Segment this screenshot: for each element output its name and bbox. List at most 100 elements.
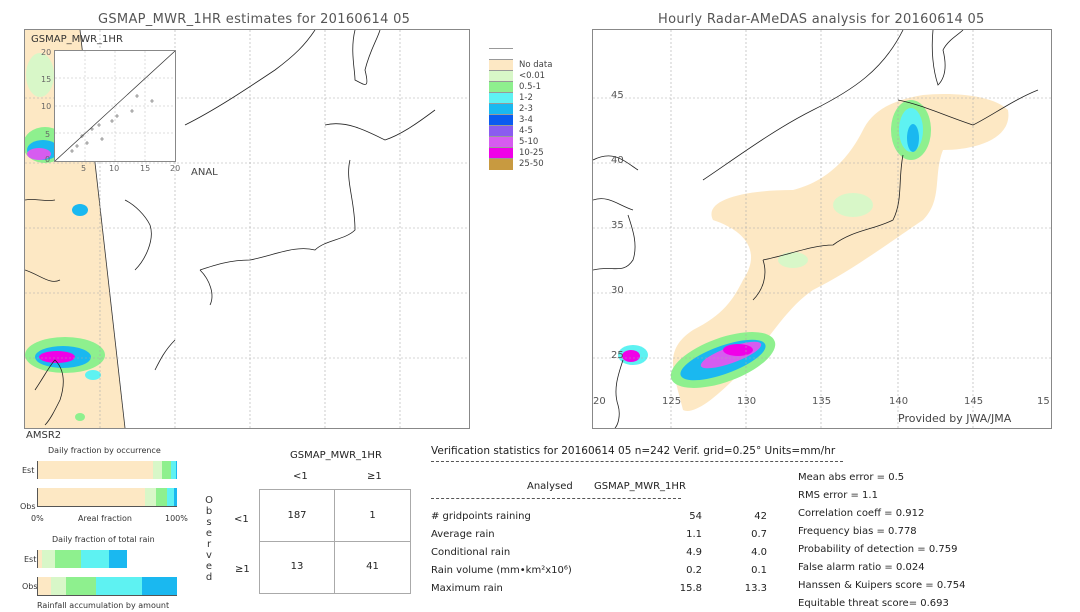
occurrence-chart-title: Daily fraction by occurrence bbox=[48, 446, 161, 455]
lon-label: 135 bbox=[812, 396, 832, 407]
data-credit: Provided by JWA/JMA bbox=[898, 412, 1012, 425]
stat-model-value: 0.7 bbox=[751, 529, 767, 540]
contingency-table: 187 1 13 41 bbox=[259, 489, 411, 594]
inset-ytick: 10 bbox=[41, 102, 52, 111]
right-map-title: Hourly Radar-AMeDAS analysis for 2016061… bbox=[658, 12, 985, 27]
inset-ytick: 5 bbox=[45, 130, 51, 139]
lon-label: 130 bbox=[737, 396, 757, 407]
contingency-cell: 1 bbox=[369, 510, 376, 521]
stat-model-value: 4.0 bbox=[751, 547, 767, 558]
contingency-title: GSMAP_MWR_1HR bbox=[290, 450, 382, 461]
bar-segment bbox=[156, 488, 168, 506]
rain-area bbox=[723, 344, 753, 356]
bar-segment bbox=[167, 488, 175, 506]
score-item: Frequency bias = 0.778 bbox=[798, 526, 917, 537]
rain-area bbox=[907, 124, 919, 152]
col-model-header: GSMAP_MWR_1HR bbox=[594, 481, 686, 492]
lat-label: 35 bbox=[611, 220, 624, 231]
contingency-cell: 187 bbox=[287, 510, 307, 521]
inset-ytick: 15 bbox=[41, 75, 52, 84]
observed-letter: v bbox=[206, 550, 212, 561]
bar-segment bbox=[65, 577, 97, 595]
right-map-canvas bbox=[593, 30, 1051, 428]
lat-label: 25 bbox=[611, 350, 624, 361]
observed-letter: d bbox=[205, 572, 213, 583]
verification-header: Verification statistics for 20160614 05 … bbox=[431, 445, 836, 457]
score-item: Equitable threat score= 0.693 bbox=[798, 598, 949, 609]
stat-model-value: 42 bbox=[754, 511, 767, 522]
inset-xlabel: ANAL bbox=[191, 167, 218, 178]
lat-label: 45 bbox=[611, 90, 624, 101]
right-map: 45 40 35 30 25 20 125 130 135 140 145 15… bbox=[592, 29, 1052, 429]
contingency-col-header: <1 bbox=[293, 471, 308, 482]
stat-label: Average rain bbox=[431, 529, 495, 540]
inset-xtick: 5 bbox=[81, 164, 87, 173]
bar-segment bbox=[38, 461, 154, 479]
contingency-row-header: ≥1 bbox=[235, 564, 250, 575]
inset-scatter-plot bbox=[54, 50, 176, 162]
stat-label: Conditional rain bbox=[431, 547, 511, 558]
legend-label: 3-4 bbox=[519, 115, 533, 125]
contingency-cell: 13 bbox=[290, 561, 304, 572]
axis-left-label: 0% bbox=[31, 514, 44, 523]
rain-area bbox=[75, 413, 85, 421]
lat-label: 40 bbox=[611, 155, 624, 166]
total-est-label: Est bbox=[24, 555, 37, 564]
rain-area bbox=[85, 370, 101, 380]
legend-label: <0.01 bbox=[519, 71, 546, 81]
lon-label: 145 bbox=[964, 396, 984, 407]
total-obs-bar bbox=[37, 577, 177, 596]
contingency-col-header: ≥1 bbox=[367, 471, 382, 482]
legend-label: 1-2 bbox=[519, 93, 533, 103]
bar-segment bbox=[161, 461, 172, 479]
inset-title: GSMAP_MWR_1HR bbox=[31, 34, 123, 45]
observed-letter: r bbox=[206, 539, 212, 550]
bar-segment bbox=[142, 577, 177, 595]
lon-label: 140 bbox=[889, 396, 909, 407]
score-item: RMS error = 1.1 bbox=[798, 490, 878, 501]
total-est-bar bbox=[37, 550, 177, 568]
stat-model-value: 13.3 bbox=[744, 583, 767, 594]
stat-model-value: 0.1 bbox=[751, 565, 767, 576]
legend-label: No data bbox=[519, 60, 553, 70]
inset-xtick: 10 bbox=[109, 164, 120, 173]
legend-label: 0.5-1 bbox=[519, 82, 541, 92]
left-map-title: GSMAP_MWR_1HR estimates for 20160614 05 bbox=[98, 12, 411, 27]
legend-label: 10-25 bbox=[519, 148, 544, 158]
observed-axis-label: Observed bbox=[203, 495, 215, 583]
stat-analysed-value: 0.2 bbox=[686, 565, 702, 576]
total-obs-label: Obs bbox=[22, 582, 38, 591]
occurrence-est-bar bbox=[37, 461, 177, 479]
column-divider bbox=[431, 498, 681, 499]
stat-analysed-value: 54 bbox=[689, 511, 702, 522]
total-rain-chart-title: Daily fraction of total rain bbox=[52, 535, 155, 544]
rain-area bbox=[39, 351, 75, 363]
legend-label: 2-3 bbox=[519, 104, 533, 114]
bar-segment bbox=[38, 577, 51, 595]
contingency-row-header: <1 bbox=[234, 514, 249, 525]
inset-ytick: 20 bbox=[41, 48, 52, 57]
bar-segment bbox=[174, 488, 177, 506]
col-analysed-header: Analysed bbox=[527, 481, 573, 492]
scatter-points bbox=[70, 94, 154, 153]
lon-label: 20 bbox=[593, 396, 606, 407]
observed-letter: b bbox=[205, 506, 213, 517]
header-divider bbox=[431, 461, 843, 462]
rain-area bbox=[72, 204, 88, 216]
bar-segment bbox=[81, 550, 109, 568]
inset-xtick: 15 bbox=[140, 164, 151, 173]
left-map: GSMAP_MWR_1HR 20 15 10 5 0 5 10 15 20 AN… bbox=[24, 29, 470, 429]
inset-xtick: 20 bbox=[170, 164, 181, 173]
accumulation-chart-title: Rainfall accumulation by amount bbox=[37, 601, 170, 610]
rain-area bbox=[833, 193, 873, 217]
lat-label: 30 bbox=[611, 285, 624, 296]
occurrence-est-label: Est bbox=[22, 466, 35, 475]
score-item: Probability of detection = 0.759 bbox=[798, 544, 958, 555]
observed-letter: O bbox=[205, 495, 213, 506]
inset-scatter-canvas bbox=[55, 51, 175, 161]
color-legend: No data <0.01 0.5-1 1-2 2-3 3-4 4-5 5-10 10-25 25… bbox=[489, 48, 579, 183]
sensor-label: AMSR2 bbox=[26, 430, 62, 441]
observed-letter: e bbox=[205, 528, 213, 539]
bar-segment bbox=[42, 550, 55, 568]
bar-segment bbox=[96, 577, 143, 595]
